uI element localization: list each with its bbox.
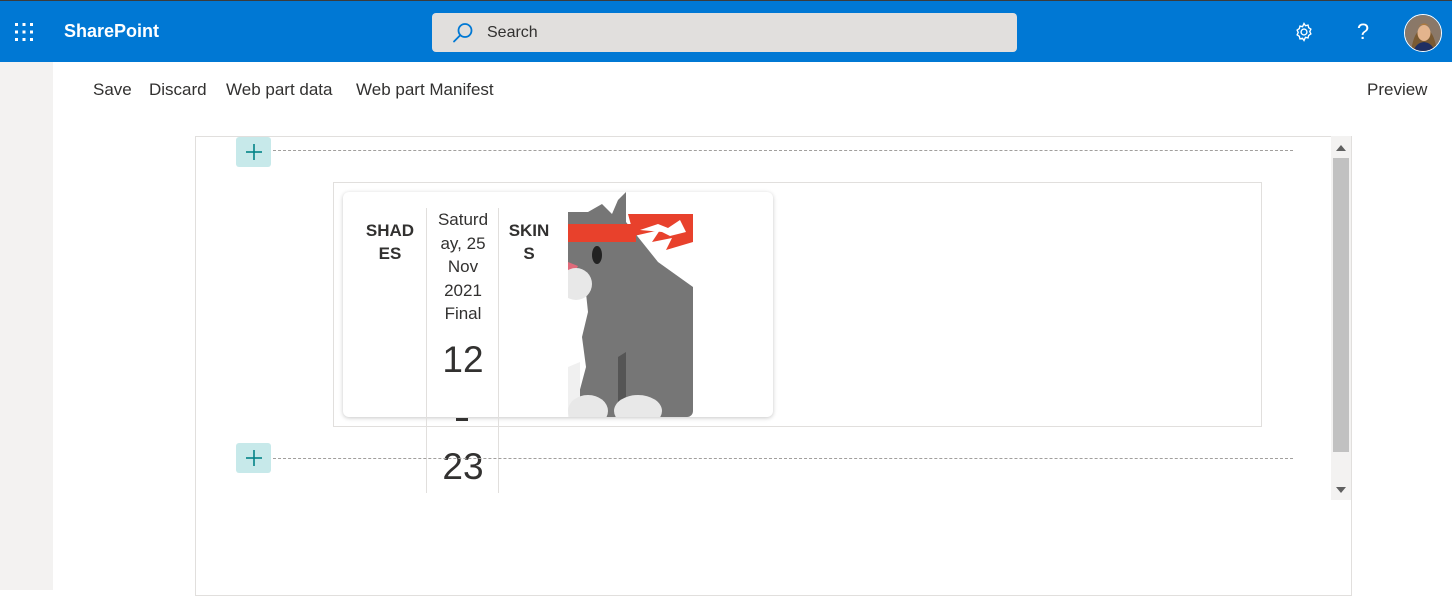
scrollbar-thumb[interactable] [1333, 158, 1349, 452]
preview-button[interactable]: Preview [1367, 80, 1427, 100]
date-line: Nov [447, 257, 479, 276]
web-part-manifest-button[interactable]: Web part Manifest [356, 80, 494, 100]
column-divider-left [426, 208, 427, 493]
gear-icon[interactable] [1286, 14, 1322, 50]
chevron-up-icon[interactable] [1331, 138, 1351, 158]
date-line: ay, 25 [440, 233, 486, 253]
app-title[interactable]: SharePoint [64, 21, 159, 42]
away-score: 23 [442, 446, 484, 487]
add-section-button-top[interactable] [236, 137, 271, 167]
match-date: Saturd ay, 25 Nov 2021 Final [428, 208, 498, 326]
chevron-down-icon[interactable] [1331, 480, 1351, 500]
score-separator [456, 418, 468, 421]
avatar[interactable] [1404, 14, 1442, 52]
section-divider-top [273, 150, 1293, 151]
match-status: Final [444, 304, 482, 323]
home-team-line-2: ES [378, 244, 402, 263]
team-mascot-image [568, 192, 693, 417]
home-team-name: SHAD ES [360, 219, 420, 265]
date-line: Saturd [437, 210, 489, 229]
left-rail [0, 62, 53, 590]
save-button[interactable]: Save [93, 80, 132, 100]
away-team-line-2: S [523, 244, 535, 263]
date-line: 2021 [444, 280, 482, 300]
search-icon [452, 22, 474, 49]
waffle-icon[interactable] [0, 1, 48, 63]
discard-button[interactable]: Discard [149, 80, 207, 100]
away-team-name: SKIN S [503, 219, 555, 265]
column-divider-right [498, 208, 499, 493]
plus-icon [245, 144, 262, 160]
search-placeholder: Search [487, 24, 538, 41]
home-team-line-1: SHAD [365, 221, 415, 240]
help-icon[interactable]: ? [1345, 14, 1381, 50]
web-part-data-button[interactable]: Web part data [226, 80, 332, 100]
plus-icon [245, 450, 262, 466]
section-divider-bottom [273, 458, 1293, 459]
suite-bar: SharePoint Search ? [0, 0, 1452, 62]
add-section-button-bottom[interactable] [236, 443, 271, 473]
home-score: 12 [442, 339, 484, 380]
away-team-line-1: SKIN [508, 221, 550, 240]
search-input[interactable]: Search [432, 13, 1017, 52]
vertical-scrollbar[interactable] [1331, 136, 1351, 500]
